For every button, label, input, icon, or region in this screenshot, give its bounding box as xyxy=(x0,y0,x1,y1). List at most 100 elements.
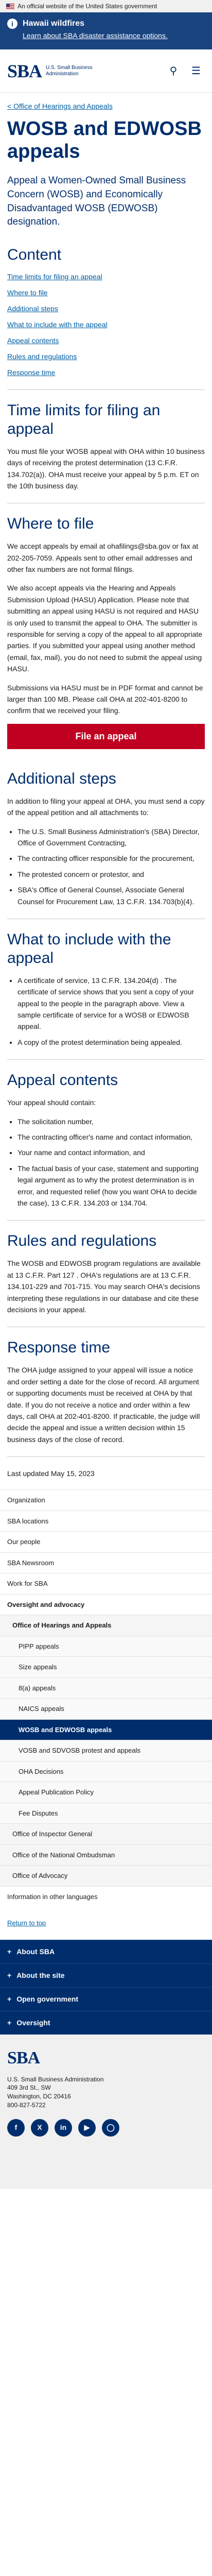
divider xyxy=(7,1220,205,1221)
breadcrumb-link[interactable]: < Office of Hearings and Appeals xyxy=(7,102,113,110)
page-title: WOSB and EDWOSB appeals xyxy=(7,118,202,162)
breadcrumb: < Office of Hearings and Appeals xyxy=(7,101,205,112)
sidenav-item[interactable]: Organization xyxy=(0,1489,212,1511)
paragraph: The OHA judge assigned to your appeal wi… xyxy=(7,1366,200,1444)
bullet-list: The U.S. Small Business Administration's… xyxy=(17,826,205,907)
accordion-label: Oversight xyxy=(16,2018,50,2027)
return-to-top-link[interactable]: Return to top xyxy=(7,1919,46,1927)
toc-link[interactable]: Appeal contents xyxy=(7,336,59,345)
content-heading: Content xyxy=(7,246,62,263)
x-icon[interactable]: X xyxy=(31,2119,48,2137)
section-heading: Time limits for filing an appeal xyxy=(7,401,161,437)
sidenav-item[interactable]: 8(a) appeals xyxy=(0,1677,212,1699)
list-item: The U.S. Small Business Administration's… xyxy=(17,826,205,849)
list-item: A copy of the protest determination bein… xyxy=(17,1037,205,1048)
list-item: The solicitation number, xyxy=(17,1116,205,1127)
toc-link[interactable]: What to include with the appeal xyxy=(7,320,108,329)
list-item: The protested concern or protestor, and xyxy=(17,869,205,880)
sidenav-item[interactable]: Office of the National Ombudsman xyxy=(0,1844,212,1866)
return-to-top: Return to top xyxy=(0,1907,212,1940)
accordion-label: Open government xyxy=(16,1994,78,2003)
list-item: Your name and contact information, and xyxy=(17,1147,205,1158)
divider xyxy=(7,389,205,390)
plus-icon: + xyxy=(7,1994,12,2003)
file-appeal-button[interactable]: File an appeal xyxy=(7,723,205,749)
accordion-item[interactable]: + Oversight xyxy=(0,2010,212,2035)
footer-logo[interactable]: SBA xyxy=(7,2045,205,2071)
footer-org: U.S. Small Business Administration xyxy=(7,2075,104,2083)
paragraph: We also accept appeals via the Hearing a… xyxy=(7,584,203,673)
sidenav-item[interactable]: Appeal Publication Policy xyxy=(0,1782,212,1803)
bullet-list: The solicitation number, The contracting… xyxy=(17,1116,205,1209)
logo-text: U.S. Small Business Administration xyxy=(46,64,93,77)
footer-accordion: + About SBA + About the site + Open governm… xyxy=(0,1939,212,2035)
toc-link[interactable]: Where to file xyxy=(7,289,48,297)
sidenav-item-active[interactable]: WOSB and EDWOSB appeals xyxy=(0,1719,212,1740)
sidenav-item[interactable]: NAICS appeals xyxy=(0,1698,212,1719)
section-heading: Where to file xyxy=(7,515,94,533)
sidenav-item[interactable]: Our people xyxy=(0,1531,212,1552)
list-item: A certificate of service, 13 C.F.R. 134.… xyxy=(17,975,205,1032)
paragraph: You must file your WOSB appeal with OHA … xyxy=(7,447,205,490)
instagram-icon[interactable]: ◯ xyxy=(102,2119,119,2137)
toc-link[interactable]: Time limits for filing an appeal xyxy=(7,273,102,281)
accordion-item[interactable]: + About the site xyxy=(0,1963,212,1987)
list-item: The contracting officer's name and conta… xyxy=(17,1131,205,1143)
paragraph: In addition to filing your appeal at OHA… xyxy=(7,796,205,817)
accordion-item[interactable]: + Open government xyxy=(0,1987,212,2011)
sidenav-item[interactable]: Fee Disputes xyxy=(0,1802,212,1824)
facebook-icon[interactable]: f xyxy=(7,2119,25,2137)
alert-link[interactable]: Learn about SBA disaster assistance opti… xyxy=(23,31,168,40)
linkedin-icon[interactable]: in xyxy=(55,2119,72,2137)
section-heading: Appeal contents xyxy=(7,1072,118,1089)
toc-link[interactable]: Response time xyxy=(7,368,55,377)
section-heading: Rules and regulations xyxy=(7,1232,157,1250)
sidenav-item[interactable]: Information in other languages xyxy=(0,1886,212,1907)
toc-link[interactable]: Rules and regulations xyxy=(7,352,77,361)
sidenav-item[interactable]: SBA locations xyxy=(0,1510,212,1532)
paragraph: We accept appeals by email at ohafilings… xyxy=(7,542,199,574)
paragraph: Your appeal should contain: xyxy=(7,1098,96,1107)
sidenav-item[interactable]: OHA Decisions xyxy=(0,1760,212,1782)
sidenav-item[interactable]: Oversight and advocacy xyxy=(0,1594,212,1615)
sidenav-item[interactable]: Office of Hearings and Appeals xyxy=(0,1615,212,1636)
sidenav-item[interactable]: VOSB and SDVOSB protest and appeals xyxy=(0,1740,212,1761)
accordion-label: About SBA xyxy=(16,1947,55,1956)
list-item: The factual basis of your case, statemen… xyxy=(17,1163,205,1209)
alert-banner: i Hawaii wildfires Learn about SBA disas… xyxy=(0,12,212,49)
toc-link[interactable]: Additional steps xyxy=(7,304,58,313)
section-heading: What to include with the appeal xyxy=(7,930,171,967)
footer-address: Washington, DC 20416 xyxy=(7,2093,71,2100)
last-updated: Last updated May 15, 2023 xyxy=(7,1469,95,1478)
footer-contact: U.S. Small Business Administration 409 3… xyxy=(7,2075,205,2110)
paragraph: Submissions via HASU must be in PDF form… xyxy=(7,683,203,715)
site-header: SBA U.S. Small Business Administration ⚲… xyxy=(0,49,212,93)
table-of-contents: Time limits for filing an appeal Where t… xyxy=(7,272,205,378)
side-navigation: Organization SBA locations Our people SB… xyxy=(0,1489,212,1907)
section-heading: Response time xyxy=(7,1339,111,1357)
accordion-label: About the site xyxy=(16,1971,65,1979)
list-item: The contracting officer responsible for … xyxy=(17,853,205,864)
sidenav-item[interactable]: Work for SBA xyxy=(0,1573,212,1594)
plus-icon: + xyxy=(7,2018,12,2027)
gov-banner-text: An official website of the United States… xyxy=(17,3,157,10)
sidenav-item[interactable]: Size appeals xyxy=(0,1656,212,1677)
sba-logo[interactable]: SBA U.S. Small Business Administration xyxy=(7,57,97,85)
bullet-list: A certificate of service, 13 C.F.R. 134.… xyxy=(17,975,205,1048)
plus-icon: + xyxy=(7,1971,12,1979)
info-icon: i xyxy=(7,19,17,29)
section-heading: Additional steps xyxy=(7,770,116,787)
logo-mark: SBA xyxy=(7,60,42,81)
divider xyxy=(7,1059,205,1060)
divider xyxy=(7,1456,205,1458)
search-icon[interactable]: ⚲ xyxy=(165,62,182,80)
sidenav-item[interactable]: Office of Advocacy xyxy=(0,1865,212,1886)
menu-icon[interactable]: ☰ xyxy=(187,62,205,80)
list-item: SBA's Office of General Counsel, Associa… xyxy=(17,884,205,907)
sidenav-item[interactable]: SBA Newsroom xyxy=(0,1552,212,1573)
accordion-item[interactable]: + About SBA xyxy=(0,1939,212,1963)
sidenav-item[interactable]: Office of Inspector General xyxy=(0,1823,212,1844)
paragraph: The WOSB and EDWOSB program regulations … xyxy=(7,1259,201,1314)
sidenav-item[interactable]: PIPP appeals xyxy=(0,1635,212,1657)
youtube-icon[interactable]: ▶ xyxy=(78,2119,96,2137)
